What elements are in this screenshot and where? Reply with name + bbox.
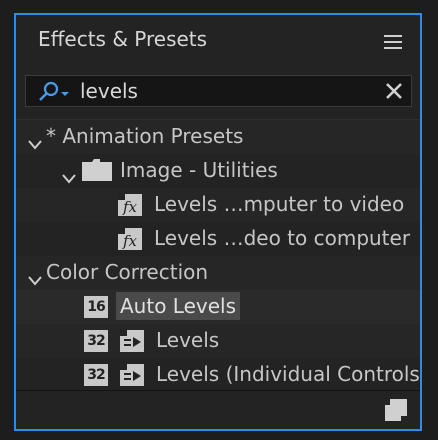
bit-depth-badge: 16 xyxy=(84,296,108,318)
effect-icon xyxy=(120,364,144,391)
effects-presets-panel: Effects & Presets * Animation P xyxy=(14,13,422,431)
preset-item[interactable]: fx Levels …mputer to video xyxy=(16,188,420,222)
bit-depth-badge: 32 xyxy=(84,364,108,386)
bit-depth-badge: 32 xyxy=(84,330,108,352)
preset-label: Levels …mputer to video xyxy=(154,192,405,216)
preset-label: Levels …deo to computer xyxy=(154,226,411,250)
search-icon[interactable] xyxy=(38,81,74,107)
tree-folder-image-utilities[interactable]: Image - Utilities xyxy=(16,154,420,188)
hamburger-menu-icon[interactable] xyxy=(384,35,402,49)
effect-label: Levels xyxy=(156,328,220,352)
animation-preset-icon: fx xyxy=(118,228,142,255)
search-input[interactable] xyxy=(80,78,370,104)
tree-folder-animation-presets[interactable]: * Animation Presets xyxy=(16,120,420,154)
effect-icon xyxy=(120,330,144,357)
chevron-down-icon[interactable] xyxy=(28,267,42,291)
svg-text:fx: fx xyxy=(122,232,138,250)
tree-folder-color-correction[interactable]: Color Correction xyxy=(16,256,420,290)
effect-label: Auto Levels xyxy=(116,292,241,320)
tree-folder-label: Image - Utilities xyxy=(120,158,278,182)
effects-tree: * Animation Presets Image - Utilities fx… xyxy=(16,119,420,392)
effect-item-levels[interactable]: 32 Levels xyxy=(16,324,420,358)
search-bar xyxy=(25,75,412,107)
tree-folder-label: Color Correction xyxy=(46,260,209,284)
panel-title: Effects & Presets xyxy=(38,27,208,51)
close-icon[interactable] xyxy=(385,82,403,104)
panel-header: Effects & Presets xyxy=(16,15,420,67)
effect-item-levels-individual-controls[interactable]: 32 Levels (Individual Controls) xyxy=(16,358,420,392)
new-item-icon[interactable] xyxy=(385,399,407,425)
tree-folder-label: * Animation Presets xyxy=(46,124,244,148)
effect-item-auto-levels[interactable]: 16 Auto Levels xyxy=(16,290,420,324)
folder-icon xyxy=(82,159,112,186)
animation-preset-icon: fx xyxy=(118,194,142,221)
preset-item[interactable]: fx Levels …deo to computer xyxy=(16,222,420,256)
panel-footer xyxy=(16,390,420,429)
chevron-down-icon[interactable] xyxy=(28,131,42,155)
svg-text:fx: fx xyxy=(122,198,138,216)
effect-label: Levels (Individual Controls) xyxy=(156,362,420,386)
chevron-down-icon[interactable] xyxy=(62,165,76,189)
